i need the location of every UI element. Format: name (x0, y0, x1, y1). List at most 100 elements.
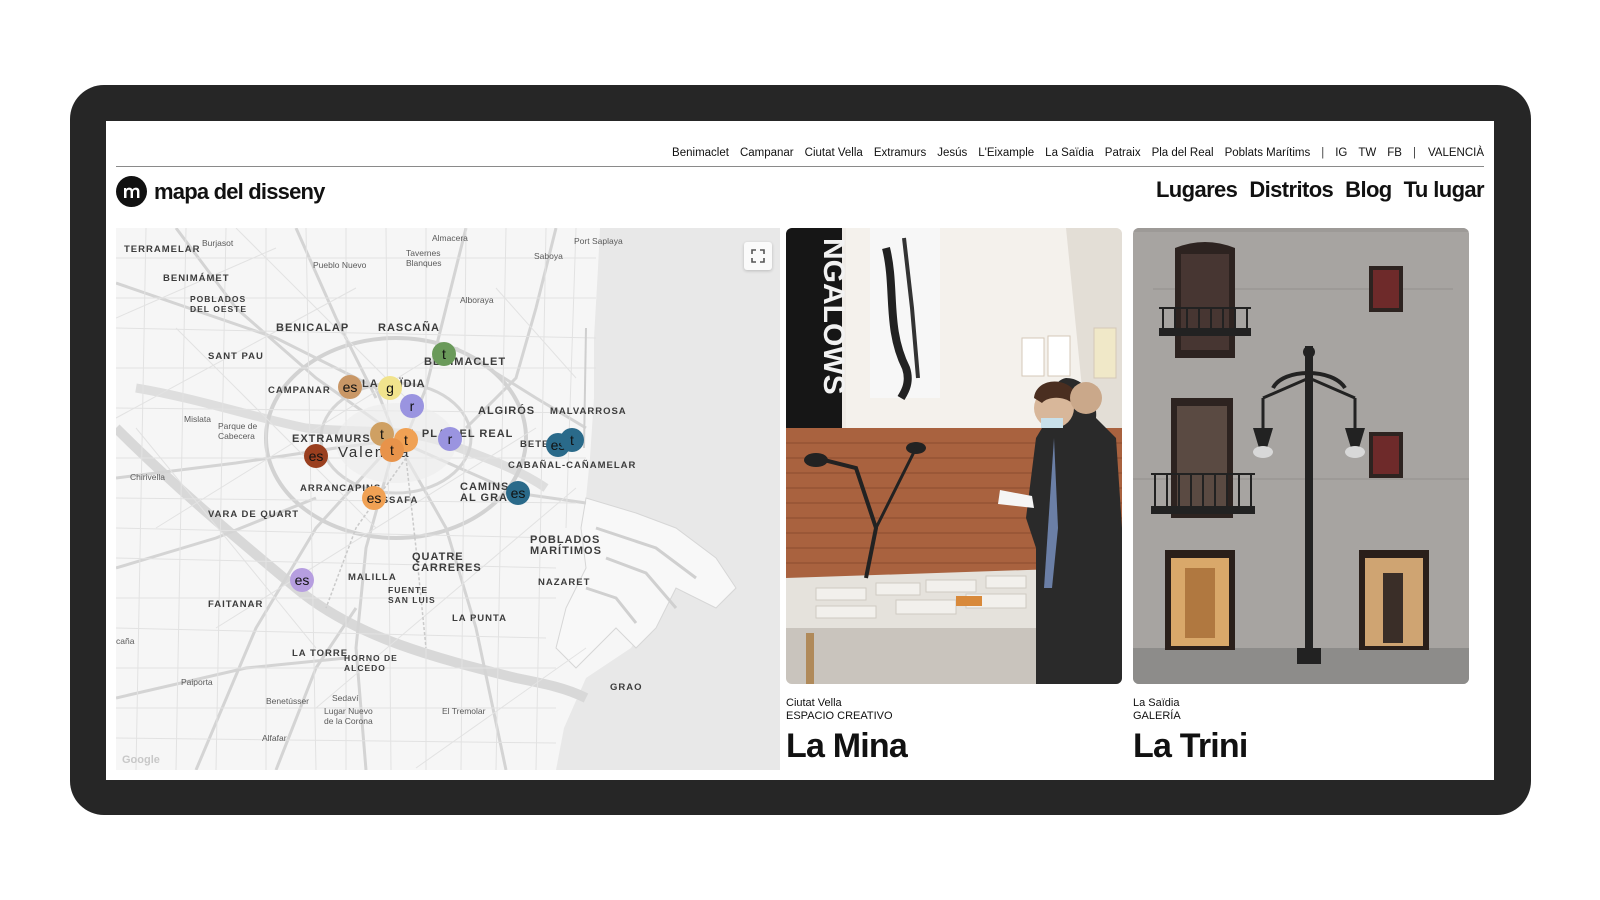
top-navigation: Benimaclet Campanar Ciutat Vella Extramu… (661, 145, 1484, 161)
map-label: HORNO DE ALCEDO (344, 653, 398, 673)
map-label: CABAÑAL-CAÑAMELAR (508, 460, 637, 471)
google-attribution: Google (122, 754, 160, 766)
pin-label: t (570, 432, 574, 448)
map-label: Benetússer (266, 696, 309, 706)
nav-lugares[interactable]: Lugares (1156, 177, 1238, 203)
map-label: Sedaví (332, 693, 359, 703)
twitter-link[interactable]: TW (1358, 147, 1376, 159)
card-category: ESPACIO CREATIVO (786, 710, 893, 722)
place-photo[interactable] (1133, 228, 1469, 684)
place-photo[interactable]: NGALOWS (786, 228, 1122, 684)
map-label: Alfafar (262, 733, 287, 743)
map-label: MALILLA (348, 572, 397, 583)
map-label: MALVARROSA (550, 406, 627, 417)
map-label: Lugar Nuevo de la Corona (324, 706, 373, 726)
map-pin-tienda[interactable]: t (432, 342, 456, 366)
map-label: Alboraya (460, 295, 494, 305)
map-pin-espacio[interactable]: es (290, 568, 314, 592)
banner-text: NGALOWS (817, 238, 850, 395)
district-link-jesus[interactable]: Jesús (937, 147, 967, 159)
map-pin-galeria[interactable]: g (378, 376, 402, 400)
card-title[interactable]: La Mina (786, 727, 1122, 765)
nav-blog[interactable]: Blog (1345, 177, 1392, 203)
district-map[interactable]: TERRAMELAR Burjasot Almacera Port Saplay… (116, 228, 780, 770)
map-label: Almacera (432, 233, 468, 243)
pin-label: g (386, 380, 394, 396)
map-label: CAMPANAR (268, 385, 331, 396)
nav-separator: | (1412, 147, 1416, 159)
map-label: POBLADOS DEL OESTE (190, 294, 248, 314)
map-label: Mislata (184, 414, 211, 424)
pin-label: t (390, 442, 394, 458)
instagram-link[interactable]: IG (1335, 147, 1347, 159)
map-label: TERRAMELAR (124, 244, 201, 255)
pin-label: t (404, 432, 408, 448)
district-link-extramurs[interactable]: Extramurs (874, 147, 926, 159)
pin-label: r (447, 431, 453, 447)
place-card-la-trini[interactable]: La Saïdia GALERÍA La Trini (1133, 228, 1469, 765)
district-link-patraix[interactable]: Patraix (1105, 147, 1141, 159)
map-label: POBLADOS MARÍTIMOS (530, 534, 602, 557)
map-label: Paiporta (181, 677, 213, 687)
fullscreen-button[interactable] (744, 242, 772, 270)
district-link-campanar[interactable]: Campanar (740, 147, 794, 159)
map-label: FUENTE SAN LUIS (388, 585, 436, 605)
header-divider (116, 166, 1484, 167)
pin-label: es (510, 485, 526, 501)
map-label: Pueblo Nuevo (313, 260, 367, 270)
map-pin-espacio[interactable]: es (304, 444, 328, 468)
city-selector[interactable]: VALENCIÀ (1428, 147, 1484, 159)
map-label: Tavernes Blanques (406, 248, 442, 268)
district-link-pla-del-real[interactable]: Pla del Real (1152, 147, 1214, 159)
pin-label: es (308, 448, 324, 464)
map-label: Chirivella (130, 472, 165, 482)
website-screen: Benimaclet Campanar Ciutat Vella Extramu… (106, 121, 1494, 780)
map-label: RASCAÑA (378, 322, 440, 334)
nav-tu-lugar[interactable]: Tu lugar (1404, 177, 1485, 203)
map-pin-espacio[interactable]: es (362, 486, 386, 510)
logo-text: mapa del disseny (154, 178, 325, 204)
card-title[interactable]: La Trini (1133, 727, 1469, 765)
pin-label: es (342, 379, 358, 395)
logo-mark-icon (116, 176, 147, 207)
site-logo[interactable]: mapa del disseny (116, 176, 325, 207)
facebook-link[interactable]: FB (1387, 147, 1402, 159)
map-pin-restaurante[interactable]: r (438, 427, 462, 451)
district-link-eixample[interactable]: L'Eixample (978, 147, 1034, 159)
nav-separator: | (1321, 147, 1325, 159)
map-label: QUATRE CARRERES (412, 551, 482, 574)
map-pin-tienda[interactable]: t (380, 438, 404, 462)
main-navigation: Lugares Distritos Blog Tu lugar (1156, 177, 1485, 203)
map-pin-tienda[interactable]: t (560, 428, 584, 452)
map-pin-espacio[interactable]: es (338, 375, 362, 399)
map-label: caña (116, 636, 135, 646)
map-label: VARA DE QUART (208, 509, 300, 520)
map-label: GRAO (610, 682, 643, 693)
map-label: EXTRAMURS (292, 433, 371, 445)
pin-label: t (380, 426, 384, 442)
map-label: SANT PAU (208, 351, 264, 362)
map-pin-espacio[interactable]: es (506, 481, 530, 505)
nav-distritos[interactable]: Distritos (1249, 177, 1333, 203)
map-label: Port Saplaya (574, 236, 623, 246)
district-link-la-saidia[interactable]: La Saïdia (1045, 147, 1094, 159)
fullscreen-icon (751, 249, 765, 263)
pin-label: es (366, 490, 382, 506)
map-label: NAZARET (538, 577, 591, 588)
place-card-la-mina[interactable]: NGALOWS Ciutat Vella ESPACIO CREATIVO La… (786, 228, 1122, 765)
map-label: Burjasot (202, 238, 234, 248)
district-link-benimaclet[interactable]: Benimaclet (672, 147, 729, 159)
district-link-poblats-maritims[interactable]: Poblats Marítims (1225, 147, 1311, 159)
pin-label: es (294, 572, 310, 588)
map-label: El Tremolar (442, 706, 486, 716)
map-label: BENICALAP (276, 322, 350, 334)
map-pin-restaurante[interactable]: r (400, 394, 424, 418)
map-label: BENIMÁMET (163, 273, 230, 284)
photo-la-trini (1133, 228, 1469, 684)
card-district: La Saïdia (1133, 697, 1180, 709)
district-link-ciutat-vella[interactable]: Ciutat Vella (805, 147, 863, 159)
pin-label: t (442, 346, 446, 362)
map-label: ALGIRÓS (478, 405, 536, 417)
map-label: FAITANAR (208, 599, 264, 610)
map-label: LA TORRE (292, 648, 349, 659)
